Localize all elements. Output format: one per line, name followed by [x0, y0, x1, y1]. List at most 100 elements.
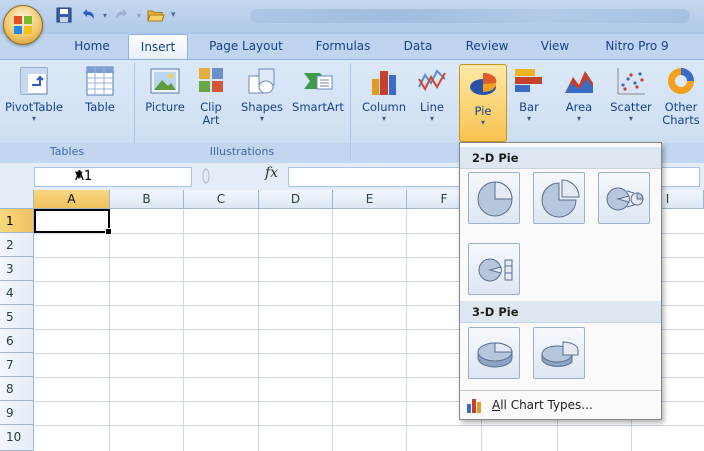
tab-review[interactable]: Review — [458, 34, 516, 59]
bar-chart-button[interactable]: Bar ▾ — [508, 65, 550, 123]
smartart-button[interactable]: SmartArt — [288, 65, 348, 114]
group-label-illustrations: Illustrations — [134, 143, 350, 161]
picture-button[interactable]: Picture — [138, 65, 192, 114]
area-chart-icon — [565, 71, 593, 93]
pie-of-pie-option[interactable] — [598, 172, 650, 224]
row-header-10[interactable]: 10 — [0, 425, 34, 451]
row-header-3[interactable]: 3 — [0, 257, 34, 281]
pivottable-button[interactable]: PivotTable ▾ — [0, 65, 68, 123]
row-header-8[interactable]: 8 — [0, 377, 34, 401]
undo-icon[interactable] — [79, 6, 97, 24]
line-chart-icon — [418, 69, 446, 92]
pie-dropdown-icon[interactable]: ▾ — [460, 118, 506, 127]
tab-nitro-pro[interactable]: Nitro Pro 9 — [594, 34, 680, 59]
title-bar: ▾ ▾ ▾ — [0, 0, 704, 45]
shapes-label: Shapes — [240, 100, 283, 114]
exploded-pie-3d-option[interactable] — [533, 327, 585, 379]
name-box[interactable]: A1 ▼ — [34, 167, 192, 187]
line-dropdown-icon[interactable]: ▾ — [412, 114, 452, 123]
all-chart-types-text: ll Chart Types... — [500, 398, 593, 412]
area-chart-button[interactable]: Area ▾ — [556, 65, 602, 123]
table-icon — [86, 66, 114, 96]
scatter-dropdown-icon[interactable]: ▾ — [604, 114, 658, 123]
row-header-7[interactable]: 7 — [0, 353, 34, 377]
pie-of-pie-icon — [606, 187, 644, 211]
row-header-4[interactable]: 4 — [0, 281, 34, 305]
redo-dropdown-icon[interactable]: ▾ — [137, 11, 141, 20]
tab-home[interactable]: Home — [66, 34, 118, 59]
picture-label: Picture — [145, 100, 185, 114]
column-chart-button[interactable]: Column ▾ — [358, 65, 410, 123]
menu-separator — [460, 390, 661, 391]
tab-page-layout[interactable]: Page Layout — [200, 34, 292, 59]
row-header-2[interactable]: 2 — [0, 233, 34, 257]
exploded-pie-option[interactable] — [533, 172, 585, 224]
section-3d-pie: 3-D Pie — [460, 301, 661, 323]
row-header-1[interactable]: 1 — [0, 209, 34, 233]
tab-insert[interactable]: Insert — [128, 34, 188, 62]
row-header-5[interactable]: 5 — [0, 305, 34, 329]
clipart-icon — [199, 68, 223, 92]
section-2d-pie: 2-D Pie — [460, 147, 661, 169]
pie-chart-button[interactable]: Pie ▾ — [459, 64, 507, 142]
pie-icon — [477, 181, 513, 217]
tab-view[interactable]: View — [530, 34, 580, 59]
column-header-a[interactable]: A — [34, 190, 110, 209]
exploded-pie-3d-icon — [541, 341, 579, 367]
pie-label: Pie — [474, 104, 492, 118]
redo-icon[interactable] — [113, 6, 131, 24]
all-chart-types-accesskey: A — [492, 398, 501, 412]
line-chart-button[interactable]: Line ▾ — [412, 65, 452, 123]
bar-dropdown-icon[interactable]: ▾ — [508, 114, 550, 123]
pie-option[interactable] — [468, 172, 520, 224]
row-header-6[interactable]: 6 — [0, 329, 34, 353]
shapes-dropdown-icon[interactable]: ▾ — [234, 114, 290, 123]
column-header-e[interactable]: E — [333, 190, 407, 209]
save-icon[interactable] — [55, 6, 73, 24]
column-header-b[interactable]: B — [110, 190, 184, 209]
pie-chart-icon — [470, 72, 497, 95]
gridline — [183, 209, 184, 451]
other-charts-button[interactable]: Other Charts — [658, 65, 704, 127]
other-charts-label-line1: Other — [664, 100, 698, 114]
all-chart-types-label: All Chart Types... — [492, 398, 593, 412]
pivottable-dropdown-icon[interactable]: ▾ — [0, 114, 68, 123]
row-header-9[interactable]: 9 — [0, 401, 34, 425]
fill-handle[interactable] — [105, 228, 112, 235]
active-cell-a1[interactable] — [34, 209, 112, 235]
shapes-button[interactable]: Shapes ▾ — [234, 65, 290, 123]
clipart-label-line2: Art — [202, 113, 220, 127]
table-label: Table — [85, 100, 115, 114]
table-button[interactable]: Table — [72, 65, 128, 114]
scatter-label: Scatter — [610, 100, 652, 114]
group-label-tables: Tables — [0, 143, 134, 161]
open-folder-icon[interactable] — [147, 6, 165, 24]
tab-data[interactable]: Data — [394, 34, 442, 59]
column-label: Column — [361, 100, 407, 114]
column-header-d[interactable]: D — [259, 190, 333, 209]
undo-dropdown-icon[interactable]: ▾ — [103, 11, 107, 20]
picture-icon — [150, 68, 180, 94]
area-dropdown-icon[interactable]: ▾ — [556, 114, 602, 123]
exploded-pie-icon — [541, 179, 580, 218]
formula-bar-divider-icon — [202, 168, 210, 184]
column-dropdown-icon[interactable]: ▾ — [358, 114, 410, 123]
smartart-label: SmartArt — [292, 100, 344, 114]
pie-3d-option[interactable] — [468, 327, 520, 379]
clipart-label-line1: Clip — [200, 100, 222, 114]
clipart-button[interactable]: Clip Art — [192, 65, 230, 127]
select-all-corner[interactable] — [0, 190, 34, 209]
pivottable-label: PivotTable — [5, 100, 63, 114]
bar-chart-icon — [515, 69, 542, 92]
tab-formulas[interactable]: Formulas — [306, 34, 380, 59]
customize-qat-icon[interactable]: ▾ — [171, 10, 176, 20]
gridline — [109, 209, 110, 451]
office-button[interactable] — [3, 5, 43, 45]
column-header-c[interactable]: C — [184, 190, 259, 209]
bar-of-pie-icon — [478, 258, 513, 282]
scatter-chart-button[interactable]: Scatter ▾ — [604, 65, 658, 123]
insert-function-button[interactable]: fx — [265, 165, 278, 181]
bar-of-pie-option[interactable] — [468, 243, 520, 295]
name-box-dropdown-icon[interactable]: ▼ — [75, 170, 187, 181]
all-chart-types-item[interactable]: All Chart Types... — [460, 393, 661, 418]
